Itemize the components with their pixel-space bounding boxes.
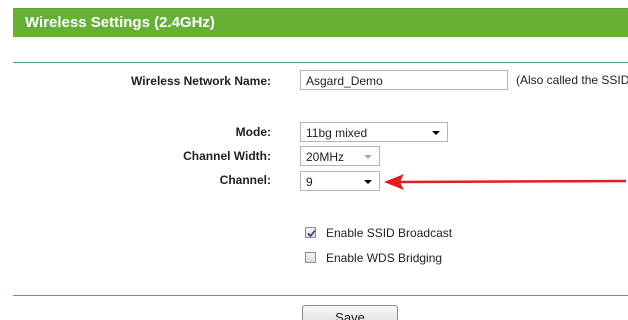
ssid-broadcast-label: Enable SSID Broadcast — [326, 226, 453, 240]
top-divider — [13, 62, 628, 63]
wds-bridging-checkbox[interactable] — [305, 252, 316, 263]
mode-select[interactable]: 11bg mixed — [300, 122, 448, 142]
red-pointer-arrow-icon — [384, 174, 627, 190]
chevron-down-icon — [364, 180, 372, 184]
bottom-divider — [13, 295, 628, 296]
wireless-settings-page: Wireless Settings (2.4GHz) Wireless Netw… — [0, 0, 628, 320]
ssid-broadcast-checkbox[interactable] — [305, 227, 316, 238]
channel-select[interactable]: 9 — [300, 171, 380, 191]
chevron-down-icon — [364, 155, 372, 159]
ssid-hint: (Also called the SSID) — [516, 73, 628, 87]
channel-width-label: Channel Width: — [183, 149, 271, 163]
channel-width-select-value: 20MHz — [306, 150, 345, 164]
save-button[interactable]: Save — [302, 305, 398, 320]
channel-select-value: 9 — [306, 175, 313, 189]
channel-label: Channel: — [219, 173, 271, 187]
network-name-input[interactable]: Asgard_Demo — [300, 70, 508, 90]
section-header: Wireless Settings (2.4GHz) — [13, 8, 628, 37]
network-name-label: Wireless Network Name: — [131, 74, 271, 88]
channel-width-select[interactable]: 20MHz — [300, 146, 380, 166]
mode-label: Mode: — [235, 125, 271, 139]
checkmark-icon — [307, 229, 316, 238]
section-title: Wireless Settings (2.4GHz) — [25, 14, 215, 31]
wds-bridging-label: Enable WDS Bridging — [326, 251, 443, 265]
mode-select-value: 11bg mixed — [306, 126, 368, 140]
chevron-down-icon — [432, 131, 440, 135]
